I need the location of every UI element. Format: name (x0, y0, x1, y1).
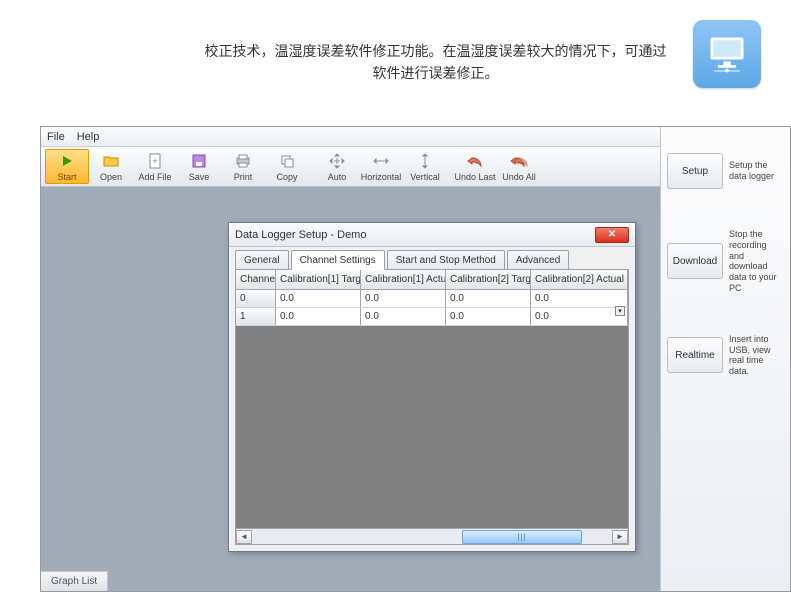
cell[interactable]: 0.0 (276, 308, 361, 325)
scroll-track[interactable]: ||| (252, 530, 612, 544)
col-cal1-target[interactable]: Calibration[1] Target (276, 270, 361, 289)
folder-icon (102, 152, 120, 170)
menu-file[interactable]: File (47, 131, 65, 143)
tab-advanced[interactable]: Advanced (507, 250, 569, 270)
print-button[interactable]: Print (221, 149, 265, 184)
setup-button[interactable]: Setup (667, 153, 723, 189)
cell[interactable]: 0.0 (446, 290, 531, 307)
vertical-button[interactable]: Vertical (403, 149, 447, 184)
cell[interactable]: 0.0 (276, 290, 361, 307)
dialog-body: ▾ Channel Calibration[1] Target Calibrat… (235, 269, 629, 545)
cell[interactable]: 0.0 (531, 308, 628, 325)
right-panel: Setup Setup the data logger Download Sto… (660, 127, 790, 591)
dialog-tabs: General Channel Settings Start and Stop … (229, 247, 635, 269)
table-row[interactable]: 1 0.0 0.0 0.0 0.0 (236, 308, 628, 326)
download-desc: Stop the recording and download data to … (729, 229, 784, 294)
copy-button[interactable]: Copy (265, 149, 309, 184)
tab-channel-settings[interactable]: Channel Settings (291, 250, 385, 270)
scroll-right-icon[interactable]: ► (612, 530, 628, 544)
monitor-icon (693, 20, 761, 88)
download-button[interactable]: Download (667, 243, 723, 279)
move-h-icon (372, 152, 390, 170)
col-cal2-actual[interactable]: Calibration[2] Actual (531, 270, 628, 289)
undo-icon (466, 152, 484, 170)
dialog-title-bar[interactable]: Data Logger Setup - Demo ✕ (229, 223, 635, 247)
table-row[interactable]: 0 0.0 0.0 0.0 0.0 (236, 290, 628, 308)
menu-help[interactable]: Help (77, 131, 100, 143)
undo-all-icon (510, 152, 528, 170)
undolast-button[interactable]: Undo Last (453, 149, 497, 184)
graph-list-tab[interactable]: Graph List (41, 571, 108, 591)
save-icon (190, 152, 208, 170)
print-icon (234, 152, 252, 170)
realtime-desc: Insert into USB, view real time data. (729, 334, 784, 377)
close-icon: ✕ (608, 229, 616, 240)
scroll-thumb[interactable]: ||| (462, 530, 582, 544)
file-plus-icon: + (146, 152, 164, 170)
dialog-data-logger-setup: Data Logger Setup - Demo ✕ General Chann… (228, 222, 636, 552)
save-button[interactable]: Save (177, 149, 221, 184)
dropdown-arrow[interactable]: ▾ (615, 306, 625, 316)
cell[interactable]: 0.0 (361, 290, 446, 307)
undoall-button[interactable]: Undo All (497, 149, 541, 184)
cell[interactable]: 0.0 (531, 290, 628, 307)
col-cal1-actual[interactable]: Calibration[1] Actual (361, 270, 446, 289)
close-button[interactable]: ✕ (595, 227, 629, 243)
start-button[interactable]: Start (45, 149, 89, 184)
svg-text:+: + (152, 156, 157, 166)
cell[interactable]: 0.0 (361, 308, 446, 325)
move-all-icon (328, 152, 346, 170)
description-text: 校正技术，温湿度误差软件修正功能。在温湿度误差较大的情况下，可通过 软件进行误差… (140, 40, 731, 85)
scroll-left-icon[interactable]: ◄ (236, 530, 252, 544)
cell[interactable]: 0.0 (446, 308, 531, 325)
row-header: 0 (236, 290, 276, 307)
auto-button[interactable]: Auto (315, 149, 359, 184)
col-cal2-target[interactable]: Calibration[2] Target (446, 270, 531, 289)
row-header: 1 (236, 308, 276, 325)
grid-header: Channel Calibration[1] Target Calibratio… (236, 270, 628, 290)
play-icon (58, 152, 76, 170)
setup-desc: Setup the data logger (729, 160, 784, 182)
tab-start-stop[interactable]: Start and Stop Method (387, 250, 505, 270)
open-button[interactable]: Open (89, 149, 133, 184)
horizontal-button[interactable]: Horizontal (359, 149, 403, 184)
addfile-button[interactable]: + Add File (133, 149, 177, 184)
col-channel[interactable]: Channel (236, 270, 276, 289)
dialog-title: Data Logger Setup - Demo (235, 229, 366, 241)
h-scrollbar[interactable]: ◄ ||| ► (236, 528, 628, 544)
copy-icon (278, 152, 296, 170)
tab-general[interactable]: General (235, 250, 289, 270)
move-v-icon (416, 152, 434, 170)
realtime-button[interactable]: Realtime (667, 337, 723, 373)
